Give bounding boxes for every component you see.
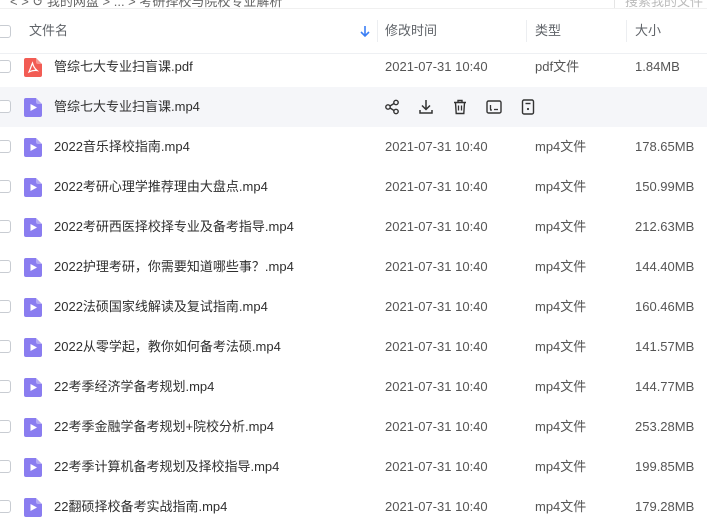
row-checkbox[interactable] (0, 380, 11, 393)
row-checkbox[interactable] (0, 300, 11, 313)
row-checkbox[interactable] (0, 460, 11, 473)
file-name[interactable]: 2022音乐择校指南.mp4 (54, 127, 190, 167)
row-checkbox[interactable] (0, 180, 11, 193)
column-divider[interactable] (377, 20, 378, 42)
file-name[interactable]: 22考季金融学备考规划+院校分析.mp4 (54, 407, 274, 447)
sort-down-icon[interactable] (360, 26, 370, 38)
file-type: mp4文件 (535, 259, 587, 274)
row-checkbox[interactable] (0, 60, 11, 73)
row-checkbox[interactable] (0, 420, 11, 433)
file-size: 212.63MB (635, 219, 695, 234)
file-type: pdf文件 (535, 59, 580, 74)
file-row[interactable]: 管综七大专业扫盲课.pdf 2021-07-31 10:40 pdf文件 1.84MB (0, 47, 707, 87)
file-size: 253.28MB (635, 419, 695, 434)
video-file-icon (24, 218, 42, 237)
file-row[interactable]: 22考季经济学备考规划.mp4 2021-07-31 10:40 mp4文件 144.… (0, 367, 707, 407)
row-checkbox[interactable] (0, 260, 11, 273)
file-type: mp4文件 (535, 339, 587, 354)
file-row[interactable]: 22考季计算机备考规划及择校指导.mp4 2021-07-31 10:40 mp4文… (0, 447, 707, 487)
modified-time: 2021-07-31 10:40 (385, 419, 488, 434)
video-file-icon (24, 298, 42, 317)
file-type: mp4文件 (535, 299, 587, 314)
row-checkbox[interactable] (0, 500, 11, 513)
modified-time: 2021-07-31 10:40 (385, 299, 488, 314)
video-file-icon (24, 378, 42, 397)
select-all-checkbox[interactable] (0, 25, 11, 38)
file-row[interactable]: 22考季金融学备考规划+院校分析.mp4 2021-07-31 10:40 mp4文… (0, 407, 707, 447)
file-name[interactable]: 2022法硕国家线解读及复试指南.mp4 (54, 287, 268, 327)
video-file-icon (24, 458, 42, 477)
video-file-icon (24, 418, 42, 437)
column-divider[interactable] (626, 20, 627, 42)
file-row[interactable]: 2022考研心理学推荐理由大盘点.mp4 2021-07-31 10:40 mp4文… (0, 167, 707, 207)
file-size: 144.77MB (635, 379, 695, 394)
file-size: 179.28MB (635, 499, 695, 514)
delete-icon[interactable] (451, 98, 469, 116)
file-type: mp4文件 (535, 379, 587, 394)
file-row[interactable]: 22翻硕择校备考实战指南.mp4 2021-07-31 10:40 mp4文件 179… (0, 487, 707, 527)
file-row[interactable]: 2022护理考研，你需要知道哪些事？.mp4 2021-07-31 10:40 mp… (0, 247, 707, 287)
row-checkbox[interactable] (0, 140, 11, 153)
video-file-icon (24, 138, 42, 157)
modified-time: 2021-07-31 10:40 (385, 219, 488, 234)
file-name[interactable]: 2022护理考研，你需要知道哪些事？.mp4 (54, 247, 294, 287)
row-checkbox[interactable] (0, 220, 11, 233)
file-name[interactable]: 管综七大专业扫盲课.mp4 (54, 87, 200, 127)
pdf-file-icon (24, 58, 42, 77)
file-size: 141.57MB (635, 339, 695, 354)
row-action-toolbar (383, 87, 553, 127)
file-type: mp4文件 (535, 499, 587, 514)
video-file-icon (24, 338, 42, 357)
file-size: 144.40MB (635, 259, 695, 274)
row-checkbox[interactable] (0, 100, 11, 113)
file-row[interactable]: 2022从零学起，教你如何备考法硕.mp4 2021-07-31 10:40 mp4… (0, 327, 707, 367)
modified-time: 2021-07-31 10:40 (385, 499, 488, 514)
file-size: 150.99MB (635, 179, 695, 194)
file-type: mp4文件 (535, 139, 587, 154)
video-file-icon (24, 178, 42, 197)
file-size: 178.65MB (635, 139, 695, 154)
video-file-icon (24, 498, 42, 517)
video-file-icon (24, 258, 42, 277)
file-name[interactable]: 2022考研心理学推荐理由大盘点.mp4 (54, 167, 268, 207)
video-file-icon (24, 98, 42, 117)
file-size: 199.85MB (635, 459, 695, 474)
file-name[interactable]: 22考季经济学备考规划.mp4 (54, 367, 214, 407)
file-size: 160.46MB (635, 299, 695, 314)
file-row[interactable]: 2022法硕国家线解读及复试指南.mp4 2021-07-31 10:40 mp4文… (0, 287, 707, 327)
file-row[interactable]: 管综七大专业扫盲课.mp4 (0, 87, 707, 127)
column-divider[interactable] (526, 20, 527, 42)
modified-time: 2021-07-31 10:40 (385, 459, 488, 474)
file-size: 1.84MB (635, 59, 680, 74)
file-name[interactable]: 2022考研西医择校择专业及备考指导.mp4 (54, 207, 294, 247)
file-name[interactable]: 22翻硕择校备考实战指南.mp4 (54, 487, 227, 527)
file-row[interactable]: 2022音乐择校指南.mp4 2021-07-31 10:40 mp4文件 178.6… (0, 127, 707, 167)
share-icon[interactable] (383, 98, 401, 116)
download-icon[interactable] (417, 98, 435, 116)
file-type: mp4文件 (535, 419, 587, 434)
modified-time: 2021-07-31 10:40 (385, 259, 488, 274)
rename-icon[interactable] (485, 98, 503, 116)
file-name[interactable]: 2022从零学起，教你如何备考法硕.mp4 (54, 327, 281, 367)
modified-time: 2021-07-31 10:40 (385, 139, 488, 154)
row-checkbox[interactable] (0, 340, 11, 353)
file-type: mp4文件 (535, 179, 587, 194)
modified-time: 2021-07-31 10:40 (385, 179, 488, 194)
file-name[interactable]: 管综七大专业扫盲课.pdf (54, 47, 193, 87)
more-info-icon[interactable] (519, 98, 537, 116)
modified-time: 2021-07-31 10:40 (385, 379, 488, 394)
file-type: mp4文件 (535, 459, 587, 474)
modified-time: 2021-07-31 10:40 (385, 59, 488, 74)
file-type: mp4文件 (535, 219, 587, 234)
file-row[interactable]: 2022考研西医择校择专业及备考指导.mp4 2021-07-31 10:40 mp… (0, 207, 707, 247)
file-name[interactable]: 22考季计算机备考规划及择校指导.mp4 (54, 447, 279, 487)
modified-time: 2021-07-31 10:40 (385, 339, 488, 354)
